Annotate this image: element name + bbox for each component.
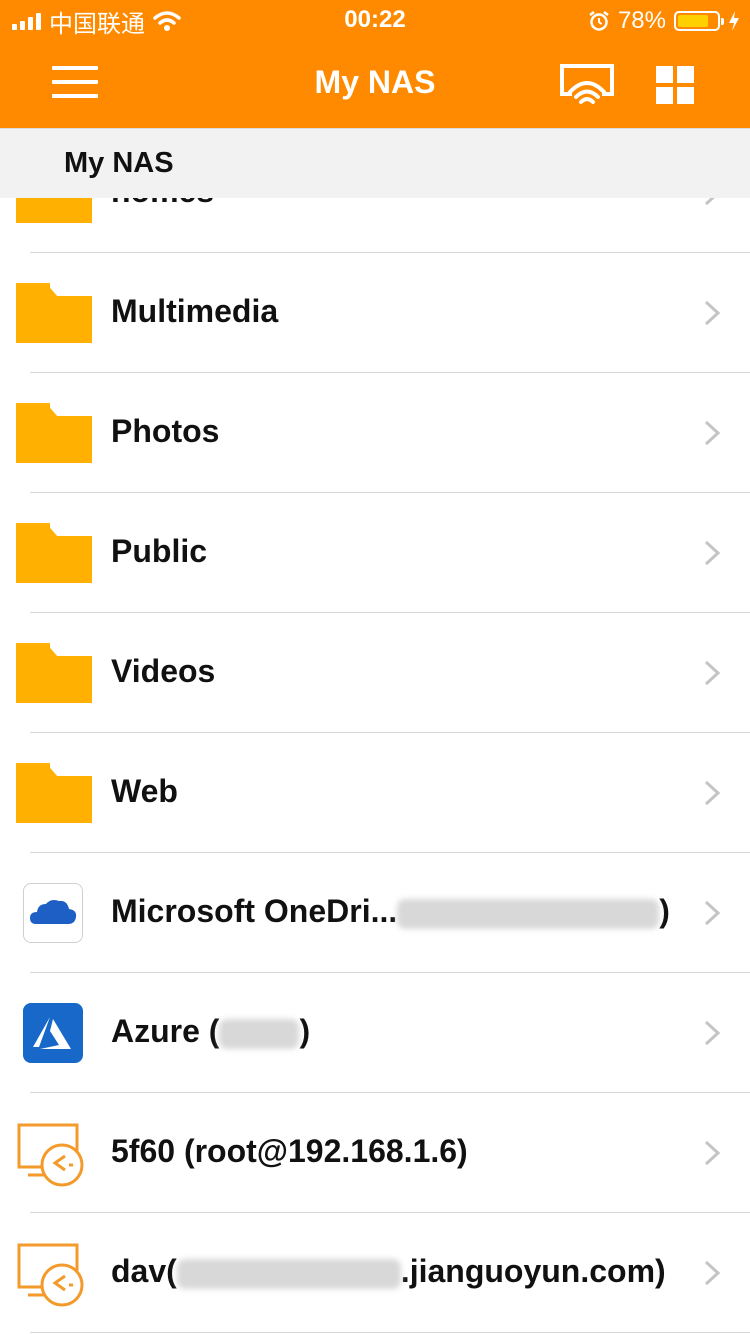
azure-label-prefix: Azure (: [111, 1013, 220, 1049]
list-item-label: Multimedia: [111, 293, 279, 329]
remote-connection-icon: [17, 1123, 84, 1187]
redacted-account: [397, 898, 660, 929]
dav-label-suffix: .jianguoyun.com): [400, 1253, 666, 1289]
onedrive-label-suffix: ): [659, 893, 670, 929]
nav-bar: My NAS: [0, 40, 750, 128]
chevron-right-icon: [704, 1260, 721, 1286]
remote-connection-icon: [17, 1243, 84, 1307]
list-item-videos[interactable]: Videos: [0, 613, 750, 733]
redacted-account: [219, 1018, 300, 1049]
file-list: homes Multimedia Photos Public Videos We…: [0, 133, 750, 1333]
azure-label-suffix: ): [299, 1013, 311, 1049]
list-item-label: dav( .jianguoyun.com): [111, 1253, 666, 1290]
list-item-azure[interactable]: Azure (): [0, 973, 750, 1093]
redacted-account: [176, 1258, 401, 1289]
list-item-remote-dav[interactable]: dav( .jianguoyun.com): [0, 1213, 750, 1333]
battery-fill: [678, 15, 708, 27]
chevron-right-icon: [704, 1020, 721, 1046]
status-bar: 中国联通 00:22 78%: [0, 0, 750, 40]
folder-icon: [16, 763, 92, 823]
page-title: My NAS: [314, 64, 436, 100]
azure-icon: [23, 1003, 83, 1063]
list-item-label: Videos: [111, 653, 216, 689]
folder-icon: [16, 523, 92, 583]
folder-icon: [16, 283, 92, 343]
charging-bolt-icon: [729, 11, 739, 31]
onedrive-label-prefix: Microsoft OneDri...: [111, 893, 398, 929]
list-item-multimedia[interactable]: Multimedia: [0, 253, 750, 373]
chevron-right-icon: [704, 540, 721, 566]
list-item-web[interactable]: Web: [0, 733, 750, 853]
cast-button[interactable]: [558, 62, 616, 106]
chevron-right-icon: [704, 780, 721, 806]
status-right: 78%: [588, 6, 740, 36]
list-item-remote-5f60[interactable]: 5f60 (root@192.168.1.6): [0, 1093, 750, 1213]
list-item-public[interactable]: Public: [0, 493, 750, 613]
alarm-icon: [589, 11, 609, 31]
chevron-right-icon: [704, 900, 721, 926]
list-item-label: Web: [111, 773, 178, 809]
battery-percent: 78%: [617, 7, 666, 34]
list-item-label: Photos: [111, 413, 220, 449]
grid-view-icon: [656, 66, 673, 83]
folder-icon: [16, 643, 92, 703]
list-item-label: 5f60 (root@192.168.1.6): [111, 1133, 468, 1169]
onedrive-icon: [23, 883, 83, 943]
chevron-right-icon: [704, 300, 721, 326]
breadcrumb: My NAS: [0, 128, 750, 198]
list-item-photos[interactable]: Photos: [0, 373, 750, 493]
grid-view-button[interactable]: [656, 66, 694, 104]
chevron-right-icon: [704, 1140, 721, 1166]
list-item-label: Microsoft OneDri...): [111, 893, 670, 930]
list-item-label: Public: [111, 533, 208, 569]
list-item-label: Azure (): [111, 1013, 310, 1050]
list-item-onedrive[interactable]: Microsoft OneDri...): [0, 853, 750, 973]
chevron-right-icon: [704, 420, 721, 446]
cast-icon: [560, 64, 614, 104]
breadcrumb-label[interactable]: My NAS: [64, 147, 174, 180]
folder-icon: [16, 403, 92, 463]
dav-label-prefix: dav(: [111, 1253, 177, 1289]
chevron-right-icon: [704, 660, 721, 686]
battery-icon: [674, 11, 724, 31]
